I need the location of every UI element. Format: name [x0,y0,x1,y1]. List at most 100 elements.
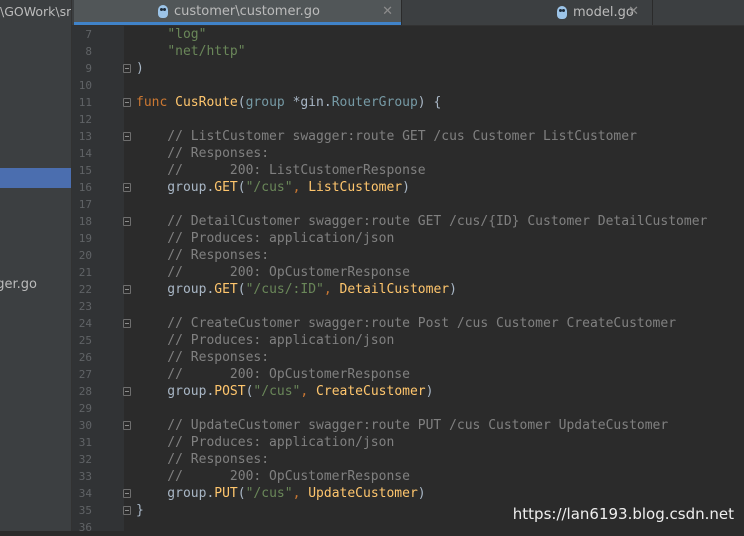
code-text: // UpdateCustomer swagger:route PUT /cus… [136,417,668,434]
code-line[interactable]: 18 // DetailCustomer swagger:route GET /… [72,213,744,230]
code-token: ListCustomer [308,180,403,195]
code-text: group.POST("/cus", CreateCustomer) [136,383,433,400]
code-line[interactable]: 23 [72,298,744,315]
code-line[interactable]: 16 group.GET("/cus", ListCustomer) [72,179,744,196]
code-token: DetailCustomer [339,282,450,297]
code-text: ) [136,60,144,77]
code-line[interactable]: 20 // Responses: [72,247,744,264]
fold-marker-icon[interactable] [123,98,131,107]
fold-marker-icon[interactable] [123,319,131,328]
line-number: 31 [78,436,92,449]
code-token: "/cus/:ID" [245,282,324,297]
code-editor[interactable]: 7 "log" 8 "net/http" 9) 10 11 func CusRoute(g… [72,26,744,534]
code-text: func CusRoute(group *gin.RouterGroup) { [136,94,441,111]
close-icon[interactable]: ✕ [628,4,639,19]
line-number: 25 [78,334,92,347]
line-number: 14 [78,147,92,160]
fold-marker-icon[interactable] [123,421,131,430]
line-number: 7 [85,28,92,41]
code-token: ( [237,180,246,195]
line-number: 30 [78,419,92,432]
code-line[interactable]: 25 // Produces: application/json [72,332,744,349]
line-number: 12 [78,113,92,126]
tab-label: model.go [573,5,634,20]
code-line[interactable]: 28 group.POST("/cus", CreateCustomer) [72,383,744,400]
close-icon[interactable]: ✕ [382,4,393,19]
code-line[interactable]: 19 // Produces: application/json [72,230,744,247]
code-line[interactable]: 17 [72,196,744,213]
code-line[interactable]: 26 // Responses: [72,349,744,366]
code-token: , [292,486,309,501]
line-number: 26 [78,351,92,364]
code-token: // Responses: [136,452,270,467]
line-number: 28 [78,385,92,398]
code-token: // Responses: [136,146,270,161]
code-line[interactable]: 11 func CusRoute(group *gin.RouterGroup) … [72,94,744,111]
line-number: 11 [78,96,92,109]
fold-marker-icon[interactable] [123,285,131,294]
fold-marker-icon[interactable] [123,183,131,192]
code-line[interactable]: 14 // Responses: [72,145,744,162]
code-text: // Responses: [136,247,269,264]
code-line[interactable]: 31 // Produces: application/json [72,434,744,451]
fold-marker-icon[interactable] [123,64,131,73]
code-line[interactable]: 21 // 200: OpCustomerResponse [72,264,744,281]
code-line[interactable]: 15 // 200: ListCustomerResponse [72,162,744,179]
code-token: ( [237,282,246,297]
code-line[interactable]: 8 "net/http" [72,43,744,60]
line-number: 18 [78,215,92,228]
code-line[interactable]: 22 group.GET("/cus/:ID", DetailCustomer) [72,281,744,298]
project-path[interactable]: \GOWork\sr [0,4,71,19]
code-line[interactable]: 10 [72,77,744,94]
go-file-icon [557,6,567,19]
line-number: 8 [85,45,92,58]
code-line[interactable]: 34 group.PUT("/cus", UpdateCustomer) [72,485,744,502]
code-token: ) [449,282,457,297]
code-line[interactable]: 29 [72,400,744,417]
code-line[interactable]: 9) [72,60,744,77]
code-token: ( [237,95,246,110]
fold-marker-icon[interactable] [123,217,131,226]
code-token: func [136,95,176,110]
line-number: 32 [78,453,92,466]
code-line[interactable]: 13 // ListCustomer swagger:route GET /cu… [72,128,744,145]
code-text: // DetailCustomer swagger:route GET /cus… [136,213,707,230]
code-line[interactable]: 24 // CreateCustomer swagger:route Post … [72,315,744,332]
code-text: // Responses: [136,145,269,162]
code-text: } [136,502,144,519]
line-number: 20 [78,249,92,262]
code-text: group.GET("/cus", ListCustomer) [136,179,410,196]
code-token: // Responses: [136,350,270,365]
code-line[interactable]: 7 "log" [72,26,744,43]
line-number: 29 [78,402,92,415]
fold-marker-icon[interactable] [123,132,131,141]
line-number: 16 [78,181,92,194]
code-token: // UpdateCustomer swagger:route PUT /cus… [136,418,669,433]
code-text: group.PUT("/cus", UpdateCustomer) [136,485,426,502]
go-file-icon [158,4,168,18]
fold-marker-icon[interactable] [123,387,131,396]
fold-marker-icon[interactable] [123,489,131,498]
code-token: ) [417,486,426,501]
line-number: 9 [85,62,92,75]
code-line[interactable]: 27 // 200: OpCustomerResponse [72,366,744,383]
code-token: ) [402,180,410,195]
code-text: // 200: OpCustomerResponse [136,264,410,281]
fold-marker-icon[interactable] [123,506,131,515]
tree-file-item[interactable]: ger.go [0,277,37,292]
code-text: // Produces: application/json [136,332,394,349]
code-line[interactable]: 32 // Responses: [72,451,744,468]
editor-tab-bar: customer\customer.go ✕ model.go ✕ [72,0,744,26]
selected-tree-item[interactable] [0,168,72,188]
code-token: // 200: OpCustomerResponse [136,367,410,382]
tab-customer-go[interactable]: customer\customer.go ✕ [74,0,401,25]
code-line[interactable]: 12 [72,111,744,128]
code-token: RouterGroup [331,95,418,110]
code-line[interactable]: 33 // 200: OpCustomerResponse [72,468,744,485]
code-line[interactable]: 30 // UpdateCustomer swagger:route PUT /… [72,417,744,434]
line-number: 27 [78,368,92,381]
code-token: POST [214,384,246,399]
code-token: *gin. [292,95,332,110]
watermark: https://lan6193.blog.csdn.net [512,505,734,523]
tab-model-go[interactable]: model.go ✕ [402,0,652,25]
